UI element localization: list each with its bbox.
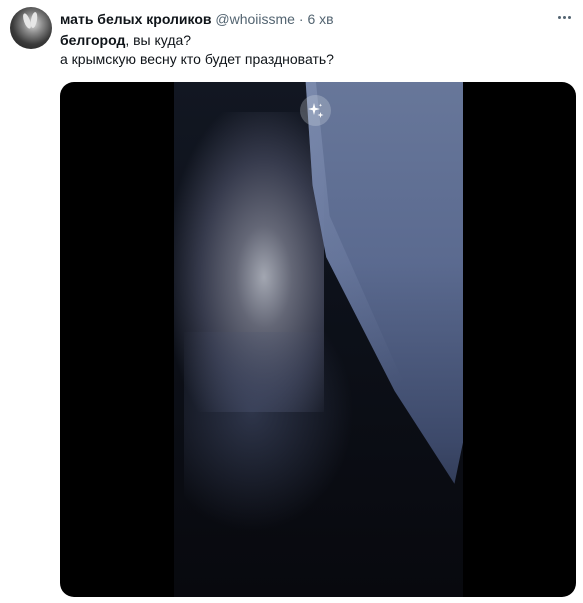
tweet-header: мать белых кроликов @whoiissme · 6 хв (60, 10, 334, 28)
avatar[interactable] (10, 7, 52, 49)
video-water-shadow (184, 332, 354, 532)
more-horizontal-icon[interactable] (553, 6, 575, 28)
separator-dot: · (298, 11, 304, 27)
hashtag-bold: белгород (60, 32, 126, 48)
tweet-text: белгород, вы куда? а крымскую весну кто … (60, 31, 334, 69)
video-frame[interactable] (174, 82, 463, 597)
tweet-text-line-2: а крымскую весну кто будет праздновать? (60, 51, 334, 67)
user-handle[interactable]: @whoiissme (215, 11, 295, 27)
tweet[interactable]: мать белых кроликов @whoiissme · 6 хв бе… (0, 0, 583, 603)
avatar-ear (29, 11, 39, 29)
sparkles-icon[interactable] (300, 95, 331, 126)
video-media[interactable] (60, 82, 576, 597)
display-name[interactable]: мать белых кроликов (60, 11, 212, 27)
tweet-text-rest: , вы куда? (125, 32, 192, 48)
tweet-time[interactable]: 6 хв (307, 11, 333, 27)
tweet-text-line-1: белгород, вы куда? (60, 31, 334, 50)
